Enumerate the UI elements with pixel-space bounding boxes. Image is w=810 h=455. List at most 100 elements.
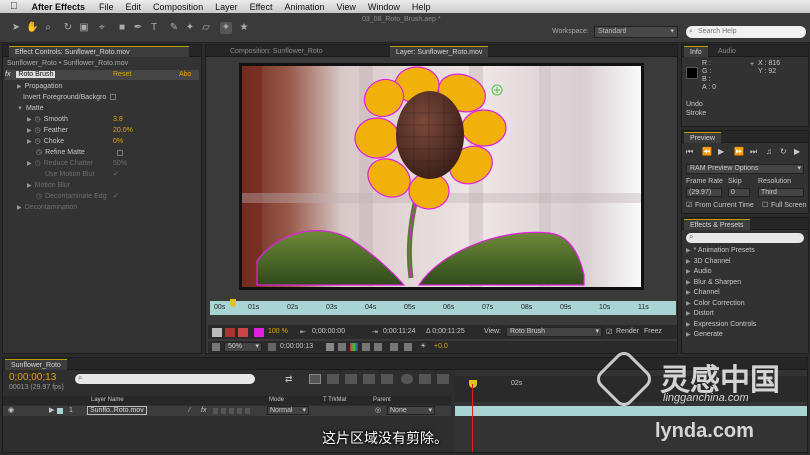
menu-animation[interactable]: Animation: [284, 2, 324, 12]
menu-help[interactable]: Help: [412, 2, 431, 12]
transparency-grid-icon[interactable]: [374, 343, 382, 351]
pan-behind-tool-icon[interactable]: ⌖: [96, 22, 108, 34]
feather-value[interactable]: 20.0%: [113, 126, 133, 136]
snapshot-icon[interactable]: [326, 343, 334, 351]
effects-item[interactable]: ▶ Audio: [686, 267, 712, 277]
effects-item[interactable]: ▶ * Animation Presets: [686, 246, 755, 256]
brush-tool-icon[interactable]: ✎: [168, 22, 180, 34]
fast-previews-icon[interactable]: [390, 343, 398, 351]
comp-mini-flowchart-icon[interactable]: ⇄: [285, 374, 293, 385]
loop-icon[interactable]: ↻: [780, 147, 787, 156]
tab-composition[interactable]: Composition: Sunflower_Roto: [224, 46, 329, 57]
invert-checkbox[interactable]: [110, 94, 117, 101]
frame-rate-dropdown[interactable]: (29.97): [686, 188, 722, 197]
channel-icon[interactable]: [350, 343, 358, 351]
show-snapshot-icon[interactable]: [338, 343, 346, 351]
hide-shy-icon[interactable]: [345, 374, 357, 384]
previous-frame-icon[interactable]: ⏪: [702, 147, 712, 156]
full-screen-checkbox[interactable]: ☐: [762, 201, 768, 209]
fx-switch-icon[interactable]: fx: [201, 407, 206, 414]
safe-zones-icon[interactable]: [268, 343, 276, 351]
set-in-icon[interactable]: ⇤: [300, 328, 306, 336]
current-time-indicator[interactable]: [230, 299, 236, 307]
layer-parent-dropdown[interactable]: None ▾: [387, 406, 435, 415]
shy-switch-icon[interactable]: ∕: [189, 407, 190, 414]
menu-edit[interactable]: Edit: [126, 2, 142, 12]
label-color-swatch[interactable]: [57, 408, 63, 414]
tab-effect-controls[interactable]: Effect Controls: Sunflower_Roto.mov: [9, 46, 189, 57]
camera-tool-icon[interactable]: ▣: [78, 22, 90, 34]
exposure-value[interactable]: +0.0: [434, 343, 448, 350]
effects-item[interactable]: ▶ Color Correction: [686, 299, 745, 309]
shape-tool-icon[interactable]: ■: [116, 22, 128, 34]
selection-tool-icon[interactable]: ➤: [10, 22, 22, 34]
flower-image[interactable]: [239, 63, 644, 290]
menu-window[interactable]: Window: [368, 2, 400, 12]
last-frame-icon[interactable]: ⏭: [750, 147, 757, 157]
layer-switches[interactable]: [213, 408, 253, 414]
tab-audio[interactable]: Audio: [712, 46, 742, 57]
eraser-tool-icon[interactable]: ▱: [200, 22, 212, 34]
eye-icon[interactable]: ◉: [8, 406, 14, 414]
type-tool-icon[interactable]: T: [148, 22, 160, 34]
first-frame-icon[interactable]: ⏮: [686, 147, 693, 157]
audio-icon[interactable]: ♫: [766, 147, 772, 156]
zoom-tool-icon[interactable]: ⌕: [42, 22, 54, 34]
effects-item[interactable]: ▶ Distort: [686, 309, 714, 319]
tab-info[interactable]: Info: [684, 46, 708, 57]
draft-3d-icon[interactable]: [327, 374, 339, 384]
freeze-button[interactable]: Freez: [644, 328, 662, 335]
effects-item[interactable]: ▶ Channel: [686, 288, 720, 298]
menu-layer[interactable]: Layer: [215, 2, 238, 12]
roto-brush-tool-icon[interactable]: ✦: [220, 22, 232, 34]
layer-duration-bar[interactable]: [455, 406, 807, 416]
time-start[interactable]: 0;00:00:00: [312, 328, 345, 335]
set-out-icon[interactable]: ⇥: [372, 328, 378, 336]
zoom-percent[interactable]: 100 %: [268, 328, 288, 335]
tab-layer[interactable]: Layer: Sunflower_Roto.mov: [390, 46, 489, 57]
choke-value[interactable]: 0%: [113, 137, 123, 147]
workspace-dropdown[interactable]: Standard ▾: [594, 26, 678, 38]
layer-time-ruler[interactable]: 00s 01s 02s 03s 04s 05s 06s 07s 08s 09s …: [210, 299, 676, 315]
render-icon[interactable]: [212, 328, 222, 337]
motion-blur-icon[interactable]: [381, 374, 393, 384]
effects-search-input[interactable]: ⌕: [686, 232, 804, 243]
smooth-value[interactable]: 3.8: [113, 115, 123, 125]
tab-timeline[interactable]: Sunflower_Roto: [5, 359, 67, 370]
exposure-icon[interactable]: ☀: [420, 342, 426, 350]
layer-mode-dropdown[interactable]: Normal ▾: [267, 406, 309, 415]
pen-tool-icon[interactable]: ✒: [132, 22, 144, 34]
effects-item[interactable]: ▶ 3D Channel: [686, 257, 731, 267]
effects-item[interactable]: ▶ Blur & Sharpen: [686, 278, 741, 288]
expand-triangle-icon[interactable]: ▶: [49, 406, 54, 414]
render-checkbox[interactable]: ☑: [606, 328, 612, 336]
skip-dropdown[interactable]: 0: [728, 188, 750, 197]
region-of-interest-icon[interactable]: [362, 343, 370, 351]
graph-editor-icon[interactable]: [419, 374, 431, 384]
stopwatch-icon[interactable]: ◷: [35, 127, 41, 134]
layer-row[interactable]: ◉ ▶ 1 Sunflo..Roto.mov ∕ fx Normal ▾ ◎ N…: [3, 406, 451, 416]
menu-view[interactable]: View: [336, 2, 355, 12]
pickwhip-icon[interactable]: ◎: [375, 406, 381, 414]
brainstorm-icon[interactable]: [401, 374, 413, 384]
current-time-indicator[interactable]: [469, 380, 477, 388]
mask-icon[interactable]: [238, 328, 248, 337]
tab-effects-presets[interactable]: Effects & Presets: [684, 219, 750, 230]
clone-stamp-tool-icon[interactable]: ✦: [184, 22, 196, 34]
current-time[interactable]: 0;00:00:13: [280, 343, 313, 350]
timeline-search-input[interactable]: ⌕: [75, 373, 255, 384]
overlay-color-swatch[interactable]: [254, 328, 264, 337]
hand-tool-icon[interactable]: ✋: [26, 22, 38, 34]
refine-matte-checkbox[interactable]: [117, 150, 123, 156]
menu-file[interactable]: File: [99, 2, 114, 12]
about-button[interactable]: Abo: [179, 70, 191, 80]
next-frame-icon[interactable]: ⏩: [734, 147, 744, 156]
puppet-pin-tool-icon[interactable]: ★: [238, 22, 250, 34]
rotate-tool-icon[interactable]: ↻: [62, 22, 74, 34]
fx-roto-brush-row[interactable]: fx Roto Brush Reset Abo: [5, 70, 199, 80]
stopwatch-icon[interactable]: ◷: [35, 138, 41, 145]
ram-preview-icon[interactable]: ▶: [794, 147, 800, 156]
apple-icon[interactable]: : [10, 1, 18, 12]
app-name[interactable]: After Effects: [32, 2, 86, 12]
stopwatch-icon[interactable]: ◷: [35, 116, 41, 123]
